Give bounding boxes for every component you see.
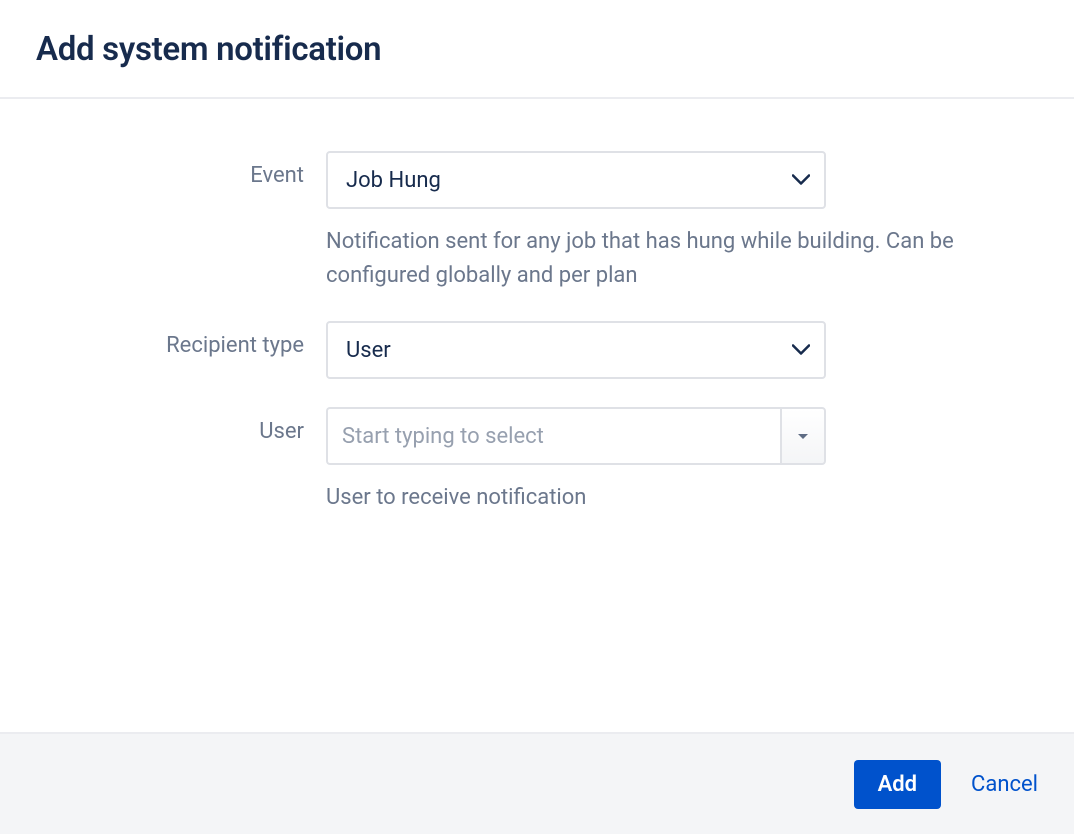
event-help-text: Notification sent for any job that has h…: [326, 225, 1026, 293]
event-row: Event Job Hung Notification sent for any…: [36, 151, 1038, 293]
form-container: Event Job Hung Notification sent for any…: [0, 99, 1074, 563]
recipient-type-label: Recipient type: [36, 321, 326, 358]
user-help-text: User to receive notification: [326, 481, 1026, 515]
user-row: User User to receive notification: [36, 407, 1038, 515]
recipient-type-row: Recipient type User: [36, 321, 1038, 379]
user-dropdown-button[interactable]: [780, 407, 826, 465]
dialog-footer: Add Cancel: [0, 732, 1074, 834]
user-input[interactable]: [326, 407, 780, 465]
add-button[interactable]: Add: [854, 760, 941, 809]
event-label: Event: [36, 151, 326, 188]
event-select[interactable]: Job Hung: [326, 151, 826, 209]
page-title: Add system notification: [36, 30, 1038, 69]
dialog-header: Add system notification: [0, 0, 1074, 99]
user-label: User: [36, 407, 326, 444]
recipient-type-select[interactable]: User: [326, 321, 826, 379]
caret-down-icon: [797, 429, 809, 444]
cancel-button[interactable]: Cancel: [971, 772, 1038, 797]
